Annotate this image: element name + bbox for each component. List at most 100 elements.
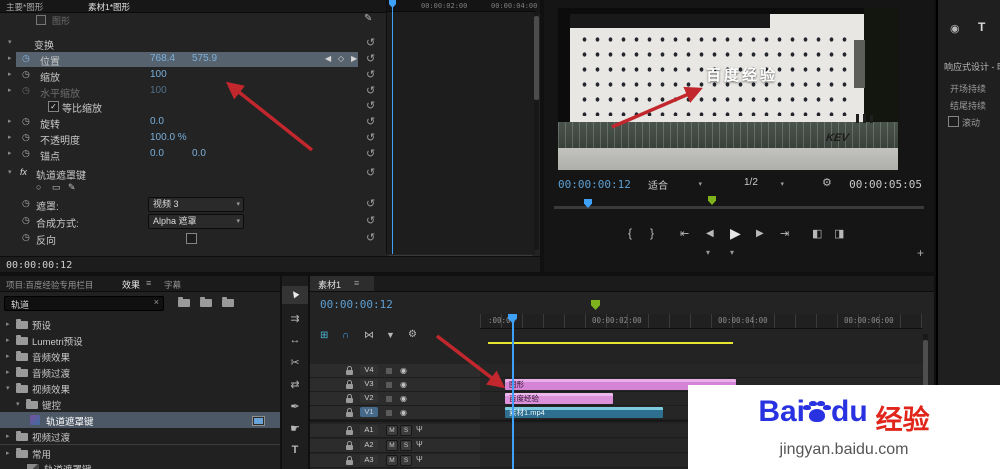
lock-icon[interactable]: [346, 408, 353, 417]
track-name[interactable]: A2: [360, 440, 378, 450]
stopwatch-icon[interactable]: ◷: [22, 116, 30, 127]
stopwatch-icon[interactable]: ◷: [22, 215, 30, 226]
mic-icon[interactable]: Ψ: [416, 425, 423, 434]
chevron-down-icon[interactable]: ▾: [6, 384, 10, 392]
reset-icon[interactable]: ↺: [366, 231, 375, 244]
solo-button[interactable]: S: [400, 455, 412, 466]
stopwatch-icon[interactable]: ◷: [22, 232, 30, 243]
eye-icon[interactable]: ◉: [400, 394, 407, 403]
tab-project[interactable]: 项目:百度经验专用栏目: [6, 279, 93, 291]
playhead-line[interactable]: [512, 314, 514, 469]
sync-lock-icon[interactable]: [386, 382, 392, 388]
panel-menu-icon[interactable]: ≡: [354, 278, 359, 288]
transform-section-row[interactable]: ▾ 变换 ↺: [0, 36, 386, 52]
list-item[interactable]: ▸ Lumetri预设: [0, 332, 280, 348]
lock-icon[interactable]: [346, 380, 353, 389]
list-item[interactable]: ▸ 常用: [0, 444, 280, 461]
reset-icon[interactable]: ↺: [366, 131, 375, 144]
clip-video[interactable]: 素材1.mp4: [505, 407, 663, 418]
ripple-edit-tool-icon[interactable]: ↔: [282, 334, 308, 346]
timeline-ruler[interactable]: :00:00 00:00:02:00 00:00:04:00 00:00:06:…: [480, 314, 922, 329]
play-button-icon[interactable]: ▶: [730, 225, 741, 242]
reverse-checkbox[interactable]: [186, 233, 197, 244]
reset-icon[interactable]: ↺: [366, 166, 375, 179]
chevron-right-icon[interactable]: ▸: [8, 149, 12, 157]
type-tool-icon[interactable]: T: [282, 444, 308, 456]
track-header-v1[interactable]: V1 ◉: [310, 406, 480, 420]
stopwatch-icon[interactable]: ◷: [22, 53, 30, 64]
program-timecode[interactable]: 00:00:00:12: [558, 178, 631, 191]
chevron-right-icon[interactable]: ▸: [6, 352, 10, 360]
track-header-v2[interactable]: V2 ◉: [310, 392, 480, 406]
effects-search-input[interactable]: 轨道 ×: [4, 296, 164, 311]
reset-icon[interactable]: ↺: [366, 115, 375, 128]
roll-checkbox[interactable]: [948, 116, 959, 127]
list-item[interactable]: ▸ 音频过渡: [0, 364, 280, 380]
anchor-point-row[interactable]: ▸ ◷ 锚点 0.0 0.0 ↺: [0, 147, 386, 163]
tab-sequence[interactable]: 素材1 ≡: [310, 276, 374, 291]
reset-icon[interactable]: ↺: [366, 197, 375, 210]
chevron-right-icon[interactable]: ▸: [6, 336, 10, 344]
lock-icon[interactable]: [346, 366, 353, 375]
eye-icon[interactable]: ◉: [950, 22, 960, 35]
scale-row[interactable]: ▸ ◷ 缩放 100 ↺: [0, 68, 386, 84]
clip-title[interactable]: 百度经验: [505, 393, 613, 404]
timeline-settings-wrench-icon[interactable]: ⚙: [408, 329, 417, 340]
track-name[interactable]: A3: [360, 455, 378, 465]
keyframe-lane[interactable]: 00:00:02:00 00:00:04:00: [386, 0, 537, 254]
list-item[interactable]: ▸ 音频效果: [0, 348, 280, 364]
reset-icon[interactable]: ↺: [366, 147, 375, 160]
button-editor-plus-icon[interactable]: +: [917, 246, 924, 260]
uniform-scale-row[interactable]: ✓ 等比缩放 ↺: [0, 99, 386, 115]
position-y-value[interactable]: 575.9: [192, 53, 217, 64]
mute-button[interactable]: M: [386, 425, 398, 436]
next-keyframe-icon[interactable]: ▶: [351, 54, 357, 63]
eye-icon[interactable]: ◉: [400, 380, 407, 389]
sequence-marker-icon[interactable]: [591, 300, 600, 310]
tab-master-clip[interactable]: 主要*图形: [6, 1, 43, 13]
list-item[interactable]: 轨道遮罩键: [0, 460, 280, 469]
ellipse-mask-icon[interactable]: ○: [36, 182, 41, 192]
lock-icon[interactable]: [346, 456, 353, 465]
lift-icon[interactable]: ◧: [812, 227, 822, 240]
track-lane-v4[interactable]: [480, 364, 922, 378]
track-name[interactable]: A1: [360, 425, 378, 435]
type-icon[interactable]: T: [978, 20, 985, 34]
stopwatch-icon[interactable]: ◷: [22, 198, 30, 209]
mic-icon[interactable]: Ψ: [416, 455, 423, 464]
razor-tool-icon[interactable]: ✂: [282, 356, 308, 369]
lock-icon[interactable]: [346, 441, 353, 450]
chevron-right-icon[interactable]: ▸: [6, 449, 10, 457]
solo-button[interactable]: S: [400, 425, 412, 436]
anchor-y-value[interactable]: 0.0: [192, 148, 206, 159]
new-preset-bin-icon[interactable]: [200, 297, 212, 307]
reset-icon[interactable]: ↺: [366, 36, 375, 49]
add-marker-icon[interactable]: ▼: [386, 330, 395, 340]
track-select-tool-icon[interactable]: ⇉: [282, 312, 308, 325]
chevron-right-icon[interactable]: ▸: [6, 368, 10, 376]
sequence-marker-icon[interactable]: [708, 196, 716, 205]
mic-icon[interactable]: Ψ: [416, 440, 423, 449]
timeline-timecode[interactable]: 00:00:00:12: [320, 298, 393, 311]
list-item[interactable]: ▸ 视频过渡: [0, 428, 280, 444]
reset-icon[interactable]: ↺: [366, 99, 375, 112]
vertical-scrollbar-thumb[interactable]: [534, 16, 539, 100]
lock-icon[interactable]: [346, 394, 353, 403]
pen-mask-icon[interactable]: ✎: [68, 182, 76, 193]
stopwatch-icon[interactable]: ◷: [22, 69, 30, 80]
go-to-in-icon[interactable]: ⇤: [680, 227, 689, 240]
playhead-line[interactable]: [392, 0, 393, 254]
uniform-scale-checkbox[interactable]: ✓: [48, 101, 59, 112]
chevron-right-icon[interactable]: ▸: [6, 432, 10, 440]
button-editor-caret-icon[interactable]: ▾: [706, 248, 710, 257]
playback-resolution-dropdown[interactable]: 1/2 ▾: [744, 177, 784, 191]
clear-search-icon[interactable]: ×: [154, 297, 159, 307]
reset-icon[interactable]: ↺: [366, 68, 375, 81]
track-header-a2[interactable]: A2 M S Ψ: [310, 439, 480, 453]
chevron-down-icon[interactable]: ▾: [8, 168, 12, 176]
rectangle-mask-icon[interactable]: ▭: [52, 182, 61, 193]
chevron-right-icon[interactable]: ▸: [8, 54, 12, 62]
solo-button[interactable]: S: [400, 440, 412, 451]
lock-icon[interactable]: [346, 426, 353, 435]
chevron-right-icon[interactable]: ▸: [6, 320, 10, 328]
